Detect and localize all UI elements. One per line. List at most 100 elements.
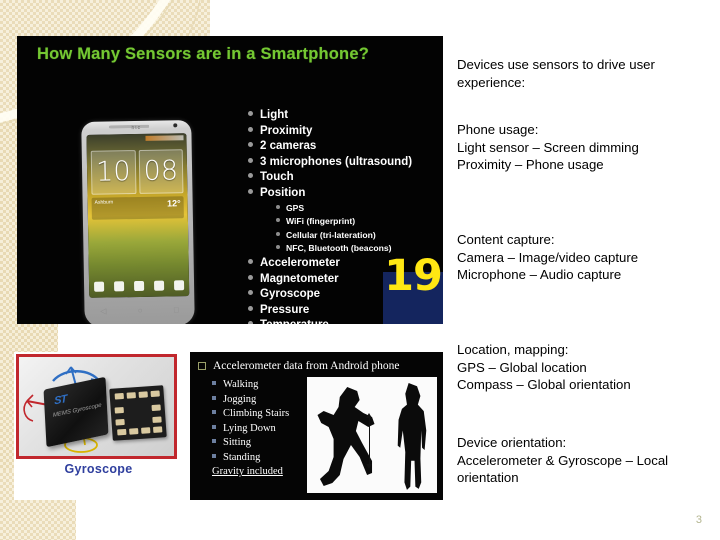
sensor-sublist: GPS WiFi (fingerprint) Cellular (tri-lat… [276, 202, 443, 256]
location-mapping-line: GPS – Global location [457, 359, 587, 375]
sensor-label: Light [260, 109, 289, 121]
sensor-item: 2 cameras [248, 139, 443, 155]
square-bullet-icon [212, 395, 216, 400]
gyroscope-image-panel: ST MEMS Gyroscope Gyroscope [14, 352, 183, 500]
bullet-icon [276, 245, 280, 250]
page-number: 3 [695, 514, 702, 526]
bullet-icon [276, 218, 280, 223]
device-orientation-heading: Device orientation: [457, 435, 567, 450]
back-icon: ◁ [100, 306, 107, 316]
phone-status-bar [145, 135, 184, 141]
accelerometer-heading: Accelerometer data from Android phone [198, 360, 399, 372]
intro-text: Devices use sensors to drive user experi… [457, 57, 655, 90]
activity-list: Walking Jogging Climbing Stairs Lying Do… [212, 378, 289, 465]
sensor-item: Proximity [248, 124, 443, 140]
phone-usage-block: Phone usage: Light sensor – Screen dimmi… [457, 121, 709, 174]
bullet-icon [248, 173, 253, 179]
weather-temperature: 12° [166, 198, 181, 209]
gyroscope-photo: ST MEMS Gyroscope [16, 354, 177, 459]
sensor-label: 2 cameras [260, 140, 317, 153]
sensor-label: Pressure [260, 303, 310, 316]
standing-figure-silhouette [397, 383, 427, 490]
device-orientation-block: Device orientation: Accelerometer & Gyro… [457, 434, 709, 487]
activity-item: Lying Down [212, 422, 289, 437]
phone-clock-widget: 10 08 [90, 149, 184, 195]
activity-label: Climbing Stairs [223, 408, 290, 419]
accelerometer-heading-label: Accelerometer data from Android phone [213, 360, 400, 372]
phone-call-icon [94, 281, 105, 292]
content-capture-block: Content capture: Camera – Image/video ca… [457, 231, 709, 284]
bullet-icon [248, 321, 253, 324]
st-logo: ST [53, 393, 67, 408]
sensor-label: Temperature [260, 318, 329, 324]
weather-location: Ashburn [94, 199, 114, 206]
clock-minutes: 08 [138, 149, 184, 194]
square-bullet-icon [212, 439, 216, 443]
square-bullet-icon [212, 424, 216, 429]
activity-label: Sitting [223, 437, 252, 448]
sensor-label: Proximity [260, 124, 313, 137]
sensors-panel-title: How Many Sensors are in a Smartphone? [37, 45, 369, 63]
sensors-image-panel: How Many Sensors are in a Smartphone? ht… [17, 36, 443, 324]
bullet-icon [248, 111, 253, 116]
messages-icon [154, 280, 165, 291]
phone-usage-line: Light sensor – Screen dimming [457, 139, 639, 155]
accelerometer-image-panel: Accelerometer data from Android phone Wa… [190, 352, 443, 500]
content-capture-line: Microphone – Audio capture [457, 267, 622, 282]
activity-item: Walking [212, 378, 289, 393]
content-capture-line: Camera – Image/video capture [457, 249, 639, 265]
bullet-icon [248, 290, 253, 296]
camera-icon [114, 281, 125, 292]
activity-label: Walking [223, 379, 259, 390]
activity-item: Sitting [212, 436, 289, 451]
bullet-icon [248, 305, 253, 311]
gyroscope-caption: Gyroscope [64, 462, 133, 476]
device-orientation-line: Accelerometer & Gyroscope – Local orient… [457, 452, 669, 486]
sensor-subitem: Cellular (tri-lateration) [276, 229, 443, 243]
sensor-label: 3 microphones (ultrasound) [260, 155, 413, 168]
location-mapping-line: Compass – Global orientation [457, 377, 631, 392]
sensor-subitem: WiFi (fingerprint) [276, 215, 443, 229]
phone-usage-heading: Phone usage: [457, 122, 539, 137]
bullet-icon [248, 188, 253, 194]
activity-label: Standing [223, 451, 261, 463]
gyroscope-chip-underside [109, 385, 167, 441]
running-figure-silhouette [317, 387, 375, 486]
sensor-label: Position [260, 186, 306, 199]
sensor-label: Gyroscope [260, 288, 321, 301]
sensor-sublabel: GPS [286, 202, 305, 213]
bullet-icon [248, 274, 253, 280]
phone-screen: 10 08 Ashburn 12° [86, 133, 190, 298]
phone-weather-widget: Ashburn 12° [91, 196, 184, 220]
bullet-icon [248, 142, 253, 148]
clock-hours: 10 [90, 150, 136, 195]
activity-label: Lying Down [223, 422, 276, 434]
slide-canvas: How Many Sensors are in a Smartphone? ht… [0, 0, 720, 540]
sensor-label: Magnetometer [260, 272, 339, 285]
square-bullet-icon [212, 410, 216, 414]
location-mapping-block: Location, mapping: GPS – Global location… [457, 341, 709, 394]
sensor-sublabel: WiFi (fingerprint) [286, 216, 356, 227]
gravity-note: Gravity included [212, 466, 283, 477]
phone-nav-bar: ◁ ○ □ [84, 303, 194, 317]
smartphone-photo: htc 10 08 Ashburn 12° ◁ ○ □ [81, 120, 195, 324]
bullet-icon [276, 204, 280, 209]
bullet-icon [248, 157, 253, 163]
activity-item: Jogging [212, 393, 289, 408]
home-icon: ○ [137, 305, 143, 315]
sensor-label: Touch [260, 171, 294, 184]
square-bullet-icon [212, 381, 216, 385]
bullet-icon [248, 126, 253, 132]
gallery-icon [173, 280, 185, 291]
sensor-count-badge: 19 [383, 255, 443, 324]
sensor-item: 3 microphones (ultrasound) [248, 155, 443, 171]
bullet-icon [248, 258, 253, 264]
recents-icon: □ [173, 304, 179, 314]
sensor-subitem: GPS [276, 202, 443, 216]
activity-silhouette-photo [307, 377, 437, 493]
square-bullet-icon [198, 362, 206, 370]
phone-brand-label: htc [131, 124, 142, 132]
sensor-label: Accelerometer [260, 256, 340, 269]
square-bullet-icon [212, 453, 216, 458]
phone-dock [89, 277, 189, 295]
